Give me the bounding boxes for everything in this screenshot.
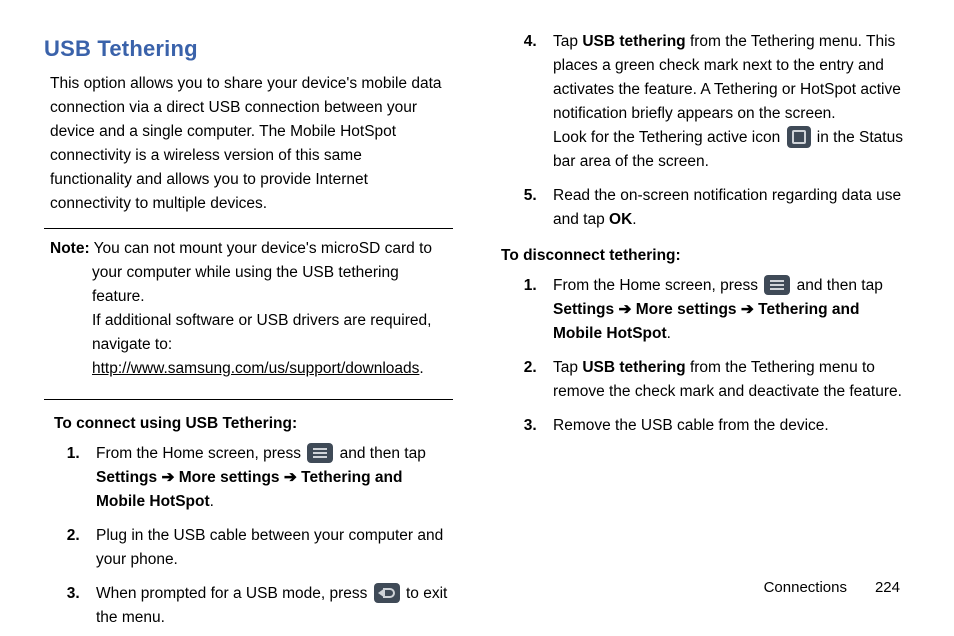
disconnect-steps-list: From the Home screen, press and then tap… [511, 274, 910, 438]
connect-subheading: To connect using USB Tethering: [54, 412, 453, 436]
bold-more: More settings [179, 469, 280, 486]
page-footer: Connections 224 [764, 579, 900, 596]
bold-settings: Settings [96, 469, 157, 486]
arrow: ➔ [614, 301, 636, 318]
disconnect-subheading: To disconnect tethering: [501, 244, 910, 268]
connect-step-2: Plug in the USB cable between your compu… [84, 524, 453, 572]
connect-step-3: When prompted for a USB mode, press to e… [84, 582, 453, 630]
text: . [667, 325, 671, 342]
two-column-layout: USB Tethering This option allows you to … [44, 30, 910, 570]
text: Look for the Tethering active icon [553, 129, 785, 146]
support-link[interactable]: http://www.samsung.com/us/support/downlo… [92, 360, 419, 377]
section-heading: USB Tethering [44, 32, 453, 66]
text: and then tap [335, 445, 426, 462]
arrow: ➔ [280, 469, 302, 486]
menu-icon [307, 443, 333, 463]
tethering-icon [787, 126, 811, 148]
menu-icon [764, 275, 790, 295]
text: . [210, 493, 214, 510]
text: and then tap [792, 277, 883, 294]
divider-top [44, 228, 453, 229]
bold-settings: Settings [553, 301, 614, 318]
text: Read the on-screen notification regardin… [553, 187, 901, 228]
arrow: ➔ [157, 469, 179, 486]
footer-section: Connections [764, 579, 847, 596]
connect-step-1: From the Home screen, press and then tap… [84, 442, 453, 514]
bold-more: More settings [636, 301, 737, 318]
text: From the Home screen, press [553, 277, 762, 294]
connect-steps-list: From the Home screen, press and then tap… [54, 442, 453, 630]
note-block: Note: You can not mount your device's mi… [44, 237, 453, 391]
back-icon [374, 583, 400, 603]
manual-page: USB Tethering This option allows you to … [0, 0, 954, 636]
text: . [632, 211, 636, 228]
connect-step-4: Tap USB tethering from the Tethering men… [541, 30, 910, 174]
note-period: . [419, 360, 423, 377]
note-text-2: If additional software or USB drivers ar… [92, 312, 431, 353]
arrow: ➔ [737, 301, 759, 318]
text: When prompted for a USB mode, press [96, 585, 372, 602]
disconnect-step-2: Tap USB tethering from the Tethering men… [541, 356, 910, 404]
text: From the Home screen, press [96, 445, 305, 462]
note-text-1: You can not mount your device's microSD … [90, 240, 432, 305]
left-column: USB Tethering This option allows you to … [44, 30, 453, 570]
note-label: Note: [50, 240, 90, 257]
divider-bottom [44, 399, 453, 400]
bold-ok: OK [609, 211, 632, 228]
right-column: Tap USB tethering from the Tethering men… [501, 30, 910, 570]
page-number: 224 [875, 579, 900, 596]
disconnect-step-3: Remove the USB cable from the device. [541, 414, 910, 438]
text: Tap [553, 359, 582, 376]
bold-usb: USB tethering [582, 359, 685, 376]
connect-steps-cont: Tap USB tethering from the Tethering men… [511, 30, 910, 232]
bold-usb: USB tethering [582, 33, 685, 50]
disconnect-step-1: From the Home screen, press and then tap… [541, 274, 910, 346]
connect-step-5: Read the on-screen notification regardin… [541, 184, 910, 232]
text: Tap [553, 33, 582, 50]
intro-paragraph: This option allows you to share your dev… [50, 72, 447, 216]
